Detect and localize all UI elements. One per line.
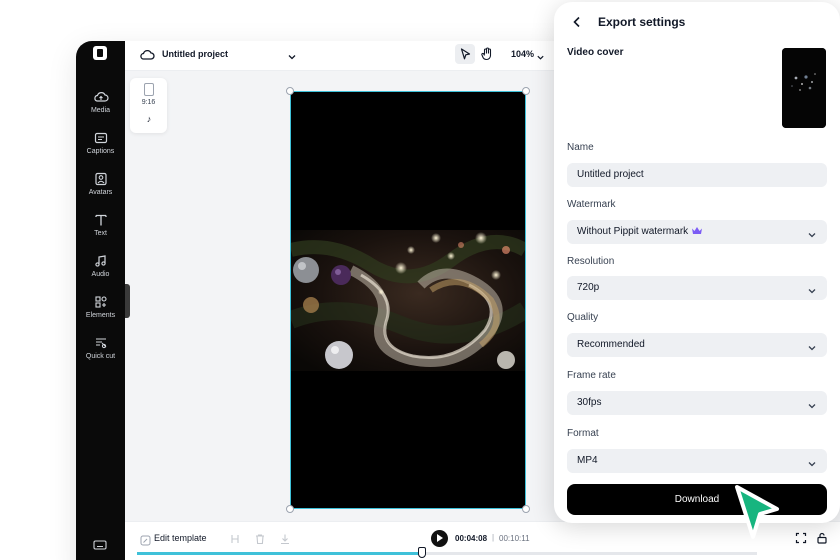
- app-logo-icon[interactable]: [93, 46, 107, 60]
- project-title[interactable]: Untitled project: [162, 49, 228, 59]
- name-value: Untitled project: [577, 169, 644, 180]
- fullscreen-icon[interactable]: [795, 531, 807, 544]
- chevron-down-icon[interactable]: [287, 49, 297, 60]
- phone-icon: [144, 83, 154, 96]
- play-button[interactable]: [431, 530, 448, 547]
- aspect-ratio-label: 9:16: [141, 99, 156, 106]
- sidebar-item-elements[interactable]: Elements: [76, 295, 125, 320]
- stage: Media Captions Avatars Text Audio Elemen…: [0, 0, 840, 560]
- sidebar-item-captions[interactable]: Captions: [76, 131, 125, 156]
- avatar-icon: [93, 172, 109, 186]
- video-frame-image: [291, 230, 525, 371]
- sidebar-item-avatars[interactable]: Avatars: [76, 172, 125, 197]
- sidebar-collapse-handle[interactable]: [125, 284, 130, 318]
- back-arrow-icon[interactable]: [570, 15, 584, 29]
- sidebar-item-label: Audio: [91, 271, 110, 278]
- split-icon[interactable]: [229, 532, 241, 544]
- sidebar-item-media[interactable]: Media: [76, 90, 125, 115]
- pointer-icon: [460, 48, 471, 60]
- download-button[interactable]: Download: [567, 484, 827, 515]
- sidebar: Media Captions Avatars Text Audio Elemen…: [76, 41, 125, 560]
- chevron-down-icon[interactable]: [536, 49, 545, 60]
- resize-handle-bottom-left[interactable]: [286, 505, 294, 513]
- current-time: 00:04:08: [455, 534, 488, 543]
- video-cover-label: Video cover: [567, 47, 624, 58]
- panel-title: Export settings: [598, 15, 686, 29]
- cloud-upload-icon: [93, 90, 109, 104]
- lock-icon[interactable]: [816, 531, 828, 544]
- chevron-down-icon: [807, 227, 817, 238]
- sidebar-item-label: Media: [90, 107, 111, 114]
- quality-label: Quality: [567, 312, 599, 323]
- sidebar-item-label: Avatars: [88, 189, 113, 196]
- sidebar-item-text[interactable]: Text: [76, 213, 125, 238]
- frame-rate-select[interactable]: 30fps: [567, 391, 827, 415]
- resize-handle-top-right[interactable]: [522, 87, 530, 95]
- chevron-down-icon: [807, 398, 817, 409]
- download-arrow-icon[interactable]: [279, 532, 291, 545]
- format-value: MP4: [577, 455, 598, 466]
- quick-cut-icon: [93, 336, 109, 350]
- sidebar-item-audio[interactable]: Audio: [76, 254, 125, 279]
- frame-rate-label: Frame rate: [567, 370, 616, 381]
- watermark-label: Watermark: [567, 199, 616, 210]
- crown-icon: [692, 227, 703, 234]
- chevron-down-icon: [807, 456, 817, 467]
- timeline-track[interactable]: [137, 547, 757, 558]
- keyboard-icon[interactable]: [93, 538, 107, 550]
- sidebar-item-quick-cut[interactable]: Quick cut: [76, 336, 125, 361]
- edit-template-button[interactable]: Edit template: [154, 533, 207, 543]
- resolution-select[interactable]: 720p: [567, 276, 827, 300]
- resize-handle-top-left[interactable]: [286, 87, 294, 95]
- pointer-cursor-icon: [735, 485, 779, 539]
- resolution-value: 720p: [577, 282, 600, 293]
- export-settings-panel: Export settings Video cover Name Untitle…: [554, 2, 840, 523]
- video-canvas[interactable]: [286, 87, 530, 513]
- sidebar-item-label: Captions: [86, 148, 115, 155]
- time-separator: |: [492, 533, 495, 542]
- name-label: Name: [567, 142, 594, 153]
- sidebar-item-label: Quick cut: [85, 353, 116, 360]
- format-select[interactable]: MP4: [567, 449, 827, 473]
- sidebar-item-label: Elements: [85, 312, 116, 319]
- tiktok-icon: ♪: [146, 114, 152, 124]
- resolution-label: Resolution: [567, 256, 615, 267]
- captions-icon: [93, 131, 109, 145]
- quality-select[interactable]: Recommended: [567, 333, 827, 357]
- frame-rate-value: 30fps: [577, 397, 602, 408]
- chevron-down-icon: [807, 340, 817, 351]
- select-tool-button[interactable]: [455, 44, 475, 64]
- total-time: 00:10:11: [499, 534, 530, 543]
- format-label: Format: [567, 428, 599, 439]
- name-input[interactable]: Untitled project: [567, 163, 827, 187]
- chevron-down-icon: [807, 283, 817, 294]
- playhead-handle[interactable]: [418, 547, 427, 558]
- quality-value: Recommended: [577, 339, 645, 350]
- video-cover-thumbnail[interactable]: [782, 48, 826, 128]
- resize-handle-bottom-right[interactable]: [522, 505, 530, 513]
- zoom-level[interactable]: 104%: [511, 49, 534, 59]
- aspect-ratio-card[interactable]: 9:16 ♪: [130, 78, 167, 133]
- trash-icon[interactable]: [254, 532, 266, 545]
- watermark-value-wrap: Without Pippit watermark: [577, 226, 703, 237]
- music-note-icon: [93, 254, 109, 268]
- watermark-value: Without Pippit watermark: [577, 226, 689, 237]
- elements-icon: [93, 295, 109, 309]
- hand-tool-icon[interactable]: [480, 47, 494, 61]
- cloud-sync-icon: [139, 48, 155, 62]
- text-icon: [93, 213, 109, 227]
- timeline-progress: [137, 552, 423, 555]
- watermark-select[interactable]: Without Pippit watermark: [567, 220, 827, 244]
- sidebar-item-label: Text: [94, 230, 107, 237]
- edit-template-icon: [140, 533, 151, 546]
